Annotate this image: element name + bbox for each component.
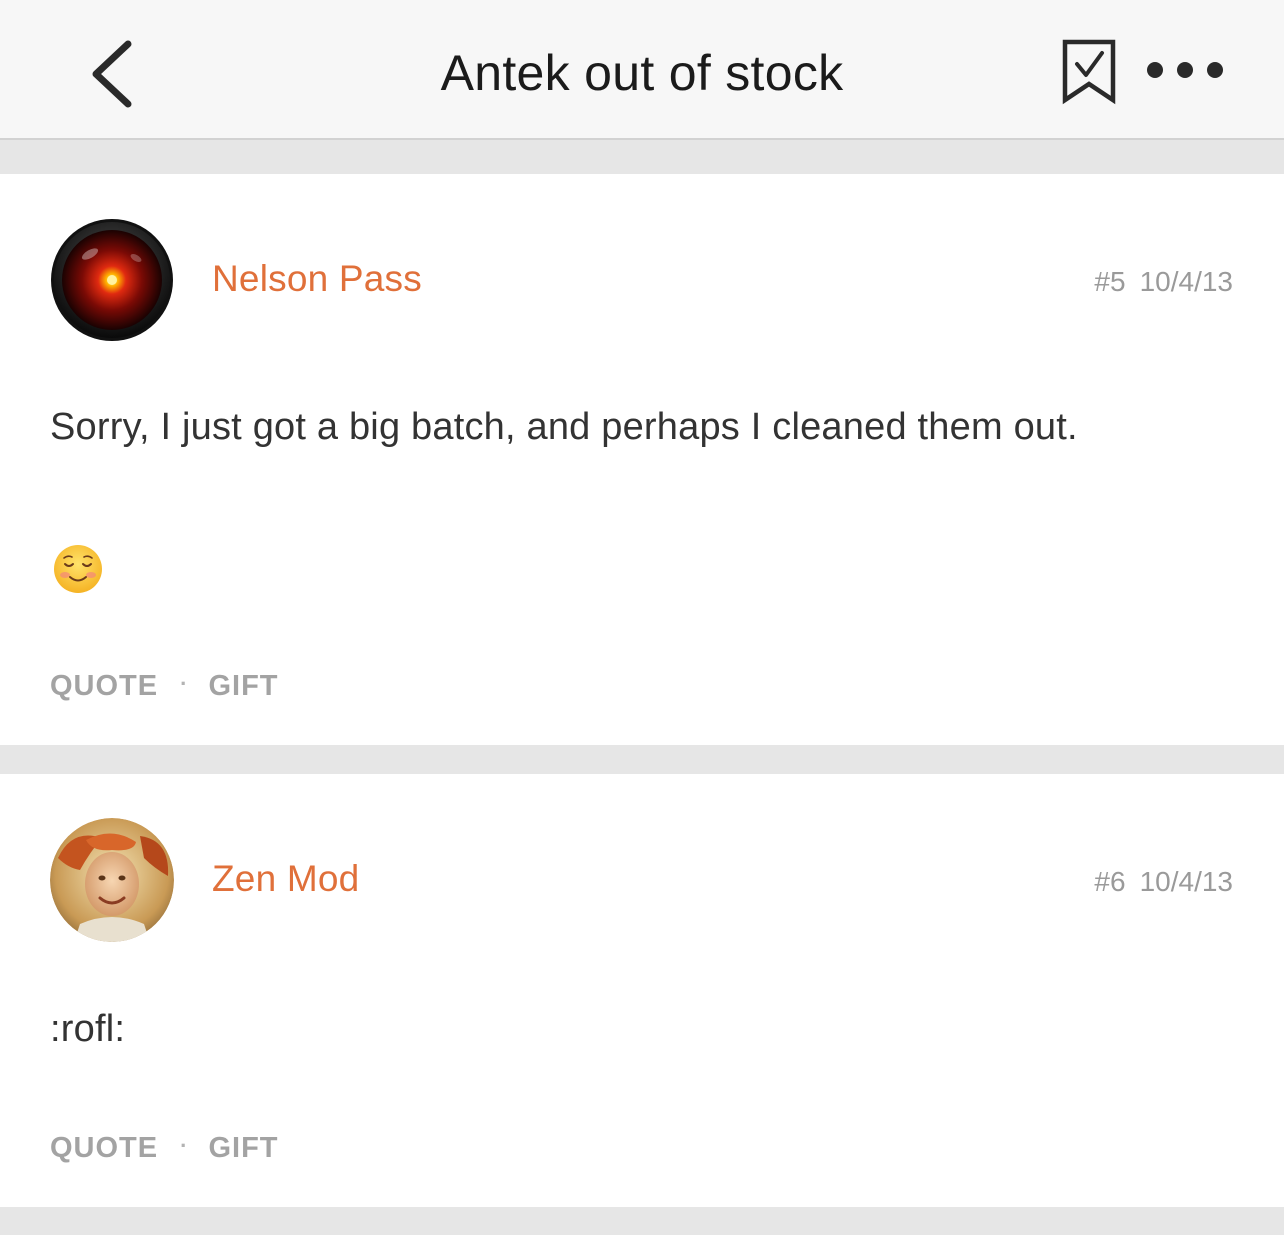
avatar-image bbox=[50, 818, 174, 942]
back-button[interactable] bbox=[80, 36, 150, 112]
post-card: Zen Mod #6 10/4/13 :rofl: QUOTE · GIFT bbox=[0, 774, 1284, 1207]
gift-button[interactable]: GIFT bbox=[208, 670, 278, 702]
post-actions: QUOTE · GIFT bbox=[50, 1132, 279, 1165]
author-name[interactable]: Nelson Pass bbox=[212, 258, 422, 300]
nav-bar: Antek out of stock bbox=[0, 0, 1284, 140]
bookmark-button[interactable] bbox=[1056, 36, 1122, 108]
action-separator: · bbox=[180, 1133, 189, 1158]
post-actions: QUOTE · GIFT bbox=[50, 670, 279, 703]
post-number[interactable]: #6 bbox=[1094, 866, 1125, 897]
post-card: Nelson Pass #5 10/4/13 Sorry, I just got … bbox=[0, 174, 1284, 745]
more-options-button[interactable] bbox=[1140, 48, 1230, 92]
avatar[interactable] bbox=[50, 818, 174, 942]
avatar-image bbox=[51, 219, 173, 341]
action-separator: · bbox=[180, 671, 189, 696]
post-date: 10/4/13 bbox=[1139, 266, 1233, 297]
bookmark-check-icon bbox=[1062, 39, 1116, 105]
post-body: Sorry, I just got a big batch, and perha… bbox=[50, 406, 1078, 448]
more-horizontal-icon bbox=[1147, 62, 1223, 78]
quote-button[interactable]: QUOTE bbox=[50, 1132, 158, 1164]
post-meta: #6 10/4/13 bbox=[1094, 866, 1233, 898]
avatar[interactable] bbox=[50, 218, 174, 342]
post-number[interactable]: #5 bbox=[1094, 266, 1125, 297]
chevron-left-icon bbox=[92, 40, 132, 108]
post-body: :rofl: bbox=[50, 1008, 126, 1050]
quote-button[interactable]: QUOTE bbox=[50, 670, 158, 702]
author-name[interactable]: Zen Mod bbox=[212, 858, 359, 900]
post-meta: #5 10/4/13 bbox=[1094, 266, 1233, 298]
gift-button[interactable]: GIFT bbox=[208, 1132, 278, 1164]
smiling-face-icon bbox=[53, 544, 103, 594]
post-date: 10/4/13 bbox=[1139, 866, 1233, 897]
